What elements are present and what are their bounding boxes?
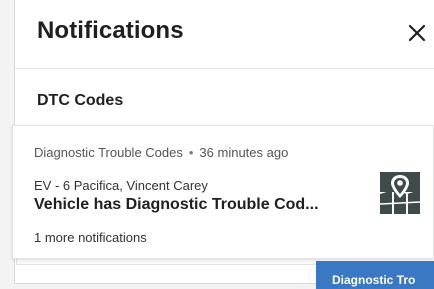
notification-category: Diagnostic Trouble Codes [34,145,183,160]
meta-separator: • [188,145,194,160]
panel-header: Notifications [15,0,434,69]
more-notifications-link[interactable]: 1 more notifications [34,230,147,245]
diagnostic-toast-button[interactable]: Diagnostic Tro [316,261,434,289]
notification-time: 36 minutes ago [199,145,289,160]
close-icon[interactable] [405,21,429,45]
notification-headline: Vehicle has Diagnostic Trouble Cod... [34,196,319,213]
section-title-dtc: DTC Codes [37,92,124,109]
notification-vehicle: EV - 6 Pacifica, Vincent Carey [34,178,208,193]
notification-card[interactable]: Diagnostic Trouble Codes • 36 minutes ago … [12,125,434,259]
notification-meta: Diagnostic Trouble Codes • 36 minutes ago [34,145,288,160]
map-pin-icon [379,172,421,214]
panel-title: Notifications [37,17,184,44]
